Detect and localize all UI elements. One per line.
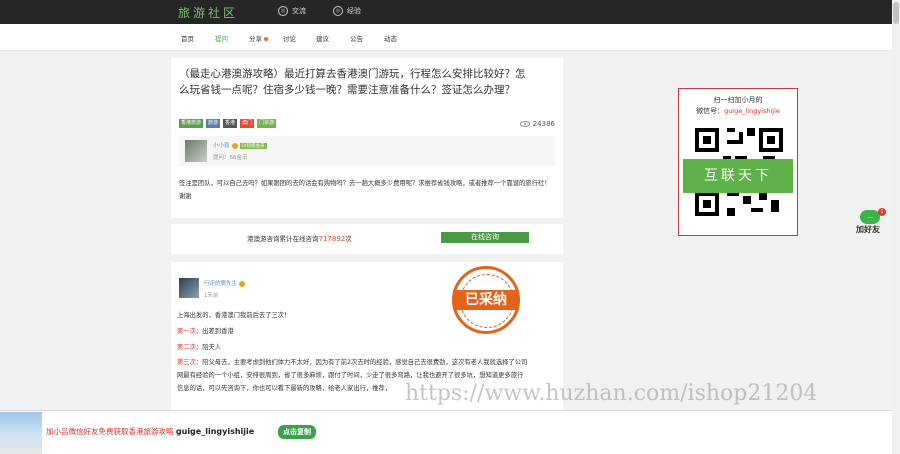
subnav-item-suggest[interactable]: 建议 [316, 33, 329, 43]
wechat-qr-card: 扫一扫加小月的 微信号：guige_lingyishijie 互联天下 [678, 88, 798, 236]
view-count-value: 24386 [532, 120, 555, 128]
eye-icon [519, 121, 530, 127]
question-author-box: 小小寂 LV初级会员 提问：66金币 [179, 136, 555, 166]
answer-label: 第二次： [177, 343, 203, 351]
consult-text: 港澳游咨询累计在线咨询717892次 [247, 233, 352, 243]
subnav-item-label: 分享 [249, 35, 262, 43]
tag[interactable]: 门票游 [257, 119, 277, 128]
tag[interactable]: 旅游 [206, 119, 221, 128]
qr-prefix: 微信号： [696, 107, 725, 115]
nav-item-exchange[interactable]: ◎ 交流 [278, 6, 306, 16]
qr-title: 扫一扫加小月的 微信号：guige_lingyishijie [679, 95, 797, 117]
subnav-item-activity[interactable]: 动态 [384, 33, 397, 43]
level-badge: LV初级会员 [239, 142, 267, 149]
scrollbar-thumb[interactable] [893, 2, 899, 24]
author-name: 行走的鹿先生 [204, 281, 238, 287]
question-meta: 提问：66金币 [213, 155, 248, 161]
answer-text: 陪夫人 [202, 343, 222, 351]
experience-icon: ◎ [333, 6, 343, 16]
consult-count: 717892 [318, 235, 346, 243]
qr-wechat-id: guige_lingyishijie [724, 107, 780, 115]
question-card: （最走心港澳游攻略）最近打算去香港澳门游玩，行程怎么安排比较好？怎么玩省钱一点呢… [171, 58, 563, 218]
question-body: 签注是团队，可以自己去吗？如果跟团的去的话会有购物吗？去一趟大概多少费用呢？求推… [179, 180, 551, 200]
nav-item-label: 经验 [347, 7, 361, 15]
promo-thumbnail [0, 412, 42, 454]
answer-intro: 上海出发的，香港澳门我前后去了三次！ [177, 312, 291, 319]
consult-suffix: 次 [345, 235, 352, 243]
answer-author[interactable]: 行走的鹿先生 [204, 279, 246, 287]
verified-icon [239, 280, 246, 287]
add-friend-widget[interactable]: ... 1 加好友 [856, 208, 890, 236]
answer-line: 第二次：陪夫人 [177, 342, 529, 355]
tag[interactable]: 香港 [223, 119, 238, 128]
subnav-item-notice[interactable]: 公告 [350, 33, 363, 43]
tag[interactable]: 香港旅游 [179, 119, 204, 128]
new-dot-icon [264, 37, 268, 41]
subnav-item-discuss[interactable]: 讨论 [283, 33, 296, 43]
answer-time: 1天前 [204, 293, 219, 299]
question-author[interactable]: 小小寂 LV初级会员 [213, 141, 267, 149]
bottom-promo-bar: 加小吕微信好友免费获取香港旅游攻略 guige_lingyishijie 点击复… [0, 410, 892, 454]
question-title: （最走心港澳游攻略）最近打算去香港澳门游玩，行程怎么安排比较好？怎么玩省钱一点呢… [179, 68, 526, 96]
answer-label: 第一次： [177, 327, 203, 335]
wechat-bubble-icon: ... [860, 210, 880, 224]
author-name: 小小寂 [213, 143, 230, 149]
promo-text: 加小吕微信好友免费获取香港旅游攻略 guige_lingyishijie [46, 426, 254, 437]
nav-item-experience[interactable]: ◎ 经验 [333, 6, 361, 16]
subnav-item-ask[interactable]: 提问 [215, 33, 228, 43]
online-consult-button[interactable]: 在线咨询 [441, 232, 529, 243]
answer-line: 第一次：出差到香港 [177, 326, 529, 339]
subnav-item-home[interactable]: 首页 [181, 33, 194, 43]
avatar[interactable] [179, 278, 199, 298]
subnav-item-share[interactable]: 分享 [249, 33, 268, 43]
page-scrollbar[interactable] [892, 0, 900, 453]
top-bar: 旅游社区 ◎ 交流 ◎ 经验 [0, 0, 892, 24]
watermark: https://www.huzhan.com/ishop21204 [405, 381, 818, 406]
answer-text: 出差到香港 [202, 327, 234, 335]
copy-button[interactable]: 点击复制 [278, 425, 316, 439]
chat-icon: ◎ [278, 6, 288, 16]
adopted-label: 已采纳 [453, 290, 519, 310]
qr-title-line1: 扫一扫加小月的 [713, 96, 763, 104]
add-friend-label: 加好友 [856, 225, 880, 234]
promo-message: 加小吕微信好友免费获取香港旅游攻略 [46, 427, 174, 436]
avatar[interactable] [185, 140, 207, 162]
site-logo[interactable]: 旅游社区 [178, 4, 238, 21]
notification-badge: 1 [878, 208, 886, 216]
view-count: 24386 [519, 120, 555, 128]
tag[interactable]: 澳门 [240, 119, 255, 128]
nav-item-label: 交流 [292, 7, 306, 15]
consult-prefix: 港澳游咨询累计在线咨询 [247, 235, 319, 243]
qr-banner: 互联天下 [683, 159, 793, 193]
sub-navigation: 首页 提问 分享 讨论 建议 公告 动态 [0, 24, 892, 51]
qr-title-line2: 微信号：guige_lingyishijie [679, 106, 797, 117]
tag-list: 香港旅游 旅游 香港 澳门 门票游 [179, 119, 277, 128]
answer-label: 第三次： [177, 359, 203, 367]
consult-bar: 港澳游咨询累计在线咨询717892次 在线咨询 [171, 224, 563, 254]
verified-icon [231, 142, 238, 149]
promo-wechat-id: guige_lingyishijie [175, 427, 255, 436]
